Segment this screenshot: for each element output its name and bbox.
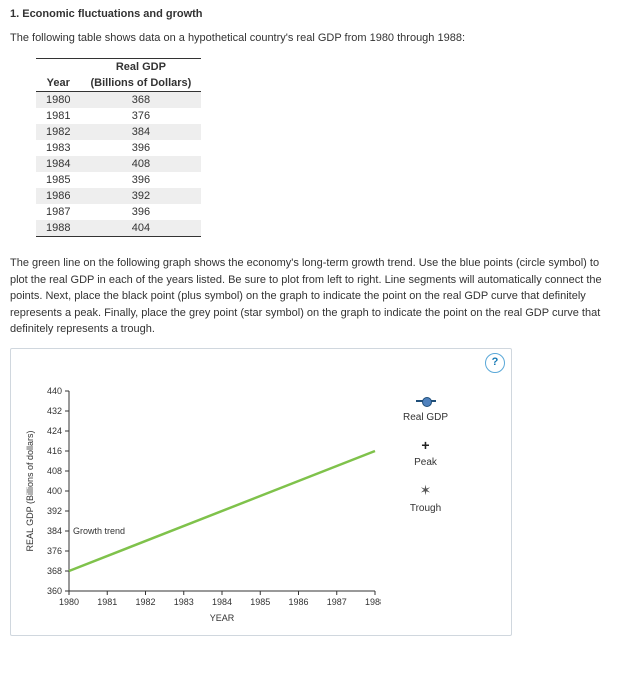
svg-text:1985: 1985 bbox=[250, 597, 270, 607]
svg-text:1983: 1983 bbox=[174, 597, 194, 607]
legend-realgdp-icon[interactable] bbox=[403, 397, 448, 408]
instructions-text: The green line on the following graph sh… bbox=[10, 255, 615, 338]
svg-text:408: 408 bbox=[47, 466, 62, 476]
table-row: 1980368 bbox=[36, 92, 201, 109]
legend-trough-label: Trough bbox=[403, 503, 448, 514]
table-row: 1984408 bbox=[36, 156, 201, 172]
help-button[interactable]: ? bbox=[485, 353, 505, 373]
graph-card: ? 360 368 376 384 392 400 408 416 424 432 440 1980 1… bbox=[10, 348, 512, 636]
cell-gdp: 396 bbox=[80, 204, 201, 220]
svg-text:1988: 1988 bbox=[365, 597, 381, 607]
intro-text: The following table shows data on a hypo… bbox=[10, 32, 615, 44]
legend-peak-icon[interactable]: + bbox=[403, 437, 448, 453]
cell-year: 1986 bbox=[36, 188, 80, 204]
cell-year: 1987 bbox=[36, 204, 80, 220]
svg-text:1987: 1987 bbox=[327, 597, 347, 607]
table-row: 1982384 bbox=[36, 124, 201, 140]
cell-year: 1985 bbox=[36, 172, 80, 188]
legend-peak-label: Peak bbox=[403, 457, 448, 468]
table-row: 1981376 bbox=[36, 108, 201, 124]
cell-gdp: 396 bbox=[80, 172, 201, 188]
table-row: 1986392 bbox=[36, 188, 201, 204]
cell-gdp: 404 bbox=[80, 220, 201, 237]
svg-text:400: 400 bbox=[47, 486, 62, 496]
svg-text:REAL GDP (Billions of dollars): REAL GDP (Billions of dollars) bbox=[25, 430, 35, 551]
svg-text:YEAR: YEAR bbox=[210, 613, 235, 623]
cell-year: 1980 bbox=[36, 92, 80, 109]
gdp-table: Real GDP Year (Billions of Dollars) 1980… bbox=[36, 58, 201, 237]
table-row: 1983396 bbox=[36, 140, 201, 156]
chart-svg[interactable]: 360 368 376 384 392 400 408 416 424 432 440 1980 198… bbox=[21, 385, 381, 625]
cell-year: 1981 bbox=[36, 108, 80, 124]
cell-gdp: 392 bbox=[80, 188, 201, 204]
legend-realgdp-label: Real GDP bbox=[403, 412, 448, 423]
cell-year: 1982 bbox=[36, 124, 80, 140]
svg-text:424: 424 bbox=[47, 426, 62, 436]
svg-text:Growth trend: Growth trend bbox=[73, 526, 125, 536]
cell-gdp: 396 bbox=[80, 140, 201, 156]
svg-text:1980: 1980 bbox=[59, 597, 79, 607]
cell-year: 1984 bbox=[36, 156, 80, 172]
col-header-gdp-b: (Billions of Dollars) bbox=[80, 75, 201, 92]
table-row: 1985396 bbox=[36, 172, 201, 188]
svg-text:432: 432 bbox=[47, 406, 62, 416]
legend: Real GDP + Peak ✶ Trough bbox=[403, 397, 448, 528]
svg-text:360: 360 bbox=[47, 586, 62, 596]
cell-gdp: 384 bbox=[80, 124, 201, 140]
cell-year: 1983 bbox=[36, 140, 80, 156]
svg-text:416: 416 bbox=[47, 446, 62, 456]
svg-text:368: 368 bbox=[47, 566, 62, 576]
svg-text:1984: 1984 bbox=[212, 597, 232, 607]
svg-text:384: 384 bbox=[47, 526, 62, 536]
col-header-year: Year bbox=[36, 75, 80, 92]
col-header-gdp-a: Real GDP bbox=[80, 59, 201, 76]
table-row: 1987396 bbox=[36, 204, 201, 220]
table-row: 1988404 bbox=[36, 220, 201, 237]
cell-year: 1988 bbox=[36, 220, 80, 237]
svg-text:1982: 1982 bbox=[135, 597, 155, 607]
svg-text:1981: 1981 bbox=[97, 597, 117, 607]
cell-gdp: 376 bbox=[80, 108, 201, 124]
svg-text:376: 376 bbox=[47, 546, 62, 556]
cell-gdp: 408 bbox=[80, 156, 201, 172]
cell-gdp: 368 bbox=[80, 92, 201, 109]
legend-trough-icon[interactable]: ✶ bbox=[403, 482, 448, 499]
svg-text:1986: 1986 bbox=[288, 597, 308, 607]
page-title: 1. Economic fluctuations and growth bbox=[10, 8, 615, 20]
svg-text:440: 440 bbox=[47, 386, 62, 396]
svg-text:392: 392 bbox=[47, 506, 62, 516]
